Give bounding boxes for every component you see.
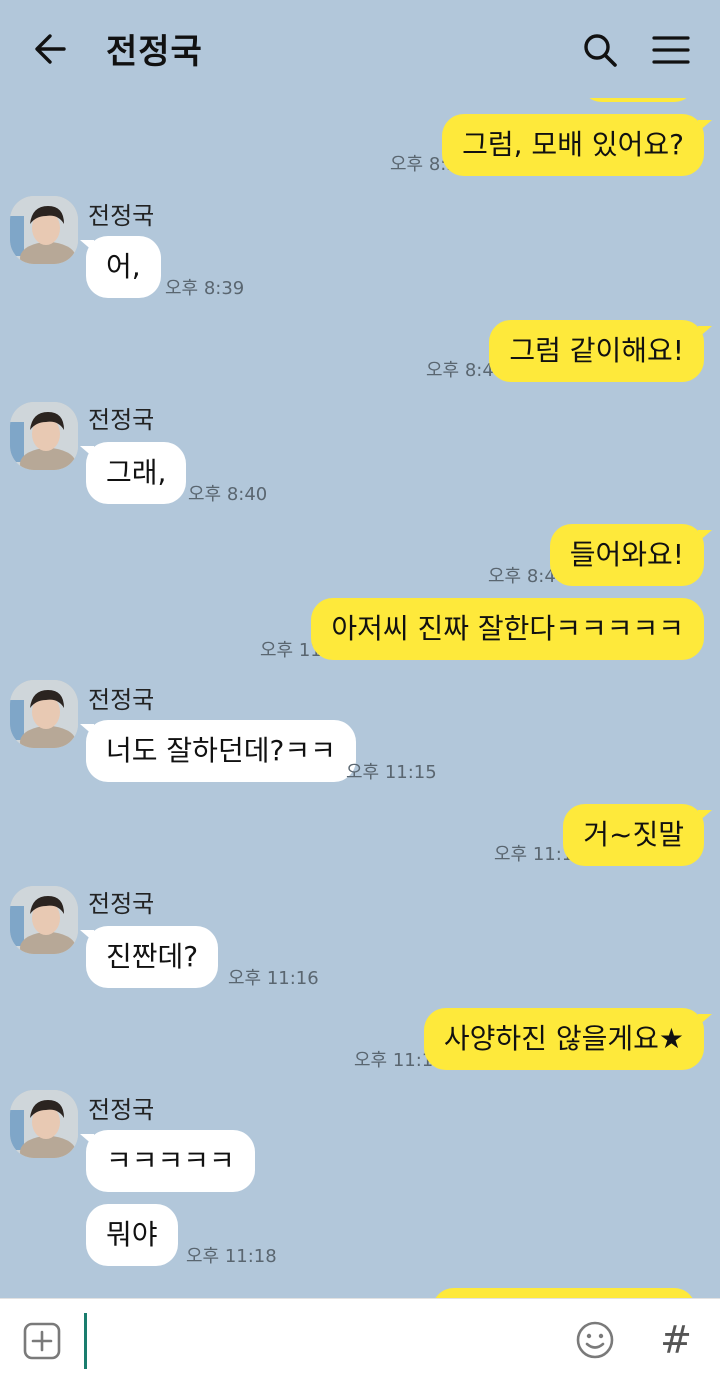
- message-bubble-theirs[interactable]: 진짠데?: [86, 926, 219, 988]
- message-time: 오후 11:18: [186, 1246, 277, 1267]
- bubble-tail: [698, 326, 712, 338]
- message-bubble-theirs[interactable]: 뭐야: [86, 1204, 178, 1266]
- sender-name: 전정국: [88, 686, 155, 714]
- message-time: 오후 11:16: [228, 968, 319, 989]
- message-bubble-theirs[interactable]: 너도 잘하던데?ㅋㅋ: [86, 720, 356, 782]
- message-bubble-mine[interactable]: 들어와요!: [549, 524, 704, 586]
- avatar[interactable]: [10, 680, 78, 748]
- menu-button[interactable]: [650, 30, 692, 70]
- profile-photo-icon: [10, 886, 78, 954]
- message-bubble-mine[interactable]: 그럼 같이해요!: [489, 320, 704, 382]
- emoji-button[interactable]: [574, 1319, 616, 1361]
- hamburger-menu-icon: [652, 36, 690, 64]
- hashtag-button[interactable]: #: [656, 1317, 696, 1363]
- attach-button[interactable]: [22, 1321, 62, 1361]
- chat-area[interactable]: 오후 8:39 그럼, 모배 있어요? 전정국 어, 오후 8:39 오후 8:…: [0, 0, 720, 1298]
- message-time: 오후 8:40: [188, 484, 268, 505]
- profile-photo-icon: [10, 1090, 78, 1158]
- profile-photo-icon: [10, 680, 78, 748]
- avatar[interactable]: [10, 1090, 78, 1158]
- search-icon: [584, 34, 617, 67]
- plus-square-icon: [23, 1322, 61, 1360]
- bubble-tail: [698, 810, 712, 822]
- message-time: 오후 8:39: [165, 278, 245, 299]
- bubble-tail: [698, 530, 712, 542]
- message-input-bar: #: [0, 1298, 720, 1383]
- message-time: 오후 11:15: [346, 762, 437, 783]
- smiley-icon: [576, 1321, 614, 1359]
- sender-name: 전정국: [88, 406, 155, 434]
- message-bubble-theirs[interactable]: ㅋㅋㅋㅋㅋ: [86, 1130, 255, 1192]
- back-button[interactable]: [30, 28, 72, 70]
- avatar[interactable]: [10, 402, 78, 470]
- bubble-tail: [698, 120, 712, 132]
- sender-name: 전정국: [88, 202, 155, 230]
- page-title: 전정국: [106, 32, 203, 72]
- message-bubble-mine[interactable]: 거~짓말: [563, 804, 704, 866]
- sender-name: 전정국: [88, 1096, 155, 1124]
- arrow-left-icon: [35, 34, 66, 64]
- message-bubble-theirs[interactable]: 그래,: [86, 442, 187, 504]
- profile-photo-icon: [10, 196, 78, 264]
- message-input[interactable]: [84, 1313, 87, 1369]
- sender-name: 전정국: [88, 890, 155, 918]
- message-bubble-mine[interactable]: 아저씨 진짜 잘한다ㅋㅋㅋㅋㅋ: [311, 598, 704, 660]
- search-button[interactable]: [580, 30, 620, 70]
- message-bubble-theirs[interactable]: 어,: [86, 236, 161, 298]
- bubble-tail: [698, 1014, 712, 1026]
- message-bubble-partial[interactable]: [432, 1288, 696, 1298]
- avatar[interactable]: [10, 886, 78, 954]
- profile-photo-icon: [10, 402, 78, 470]
- message-bubble-mine[interactable]: 그럼, 모배 있어요?: [442, 114, 704, 176]
- chat-header: 전정국: [0, 0, 720, 98]
- message-bubble-mine[interactable]: 사양하진 않을게요★: [423, 1008, 704, 1070]
- avatar[interactable]: [10, 196, 78, 264]
